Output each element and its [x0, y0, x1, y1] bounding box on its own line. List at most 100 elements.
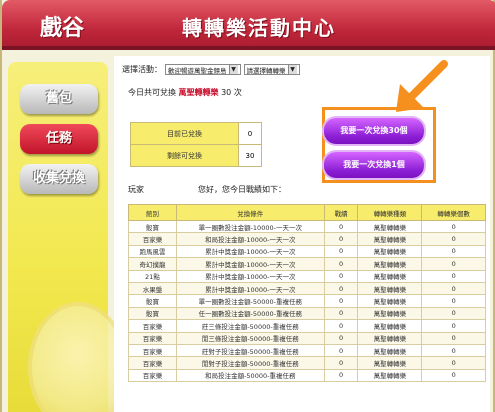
table-cell: 0 — [421, 356, 486, 370]
table-cell: 萬聖轉轉樂 — [357, 244, 423, 259]
table-cell: 0 — [323, 319, 359, 333]
table-cell: 任一圈數投注金額-50000-重複任務 — [175, 306, 325, 321]
table-cell: 0 — [421, 331, 486, 345]
table-cell: 萬聖轉轉樂 — [357, 306, 423, 321]
activity-filter-label: 選擇活動： — [122, 65, 162, 74]
table-cell: 單一圈數投注金額-50000-重複任務 — [175, 294, 325, 308]
table-row: 百家樂 和局投注金額-10000-一天一次 0 萬聖轉轉樂 0 — [128, 232, 486, 246]
mission-table: 館別 兌換條件 戰績 轉轉樂種類 轉轉樂個數 骰寶 單一圈數投注金額-10000-… — [128, 204, 486, 383]
table-cell: 和局投注金額-50000-重複任務 — [175, 368, 325, 383]
table-cell: 百家樂 — [128, 331, 177, 345]
exchange-30-button[interactable]: 我要一次兌換30個 — [324, 118, 424, 144]
player-label: 玩家 — [128, 185, 144, 194]
pointer-arrow-icon — [396, 60, 448, 112]
site-logo[interactable]: 戲谷 — [40, 10, 84, 42]
table-row: 百家樂 閒三條投注金額-50000-重複任務 0 萬聖轉轉樂 0 — [128, 331, 486, 345]
type-select-value: 請選擇轉轉樂 — [246, 66, 286, 75]
table-row: 百家樂 莊三條投注金額-50000-重複任務 0 萬聖轉轉樂 0 — [128, 319, 486, 333]
table-body: 骰寶 單一圈數投注金額-10000-一天一次 0 萬聖轉轉樂 0 百家樂 和局投注金額-10… — [128, 219, 486, 383]
activity-select[interactable]: 歡迎暢遊萬聖金鏢島 ▼ — [165, 64, 241, 75]
page-frame: 戲谷 轉轉樂活動中心 舊包 任務 收集兌換 選擇活動： 歡迎暢遊萬聖金鏢島 ▼ … — [0, 0, 495, 412]
table-cell: 0 — [421, 343, 486, 358]
table-cell: 0 — [323, 368, 359, 383]
table-cell: 0 — [421, 368, 486, 383]
chevron-down-icon: ▼ — [287, 65, 297, 74]
table-cell: 0 — [323, 294, 359, 308]
decorative-capsule — [28, 302, 128, 412]
type-select[interactable]: 請選擇轉轉樂 ▼ — [243, 64, 300, 75]
exchange-1-button[interactable]: 我要一次兌換1個 — [324, 152, 424, 178]
exchange-stats-table: 目前已兌換 0 剩餘可兌換 30 — [130, 122, 262, 167]
table-header-row: 館別 兌換條件 戰績 轉轉樂種類 轉轉樂個數 — [128, 204, 486, 221]
table-cell: 0 — [323, 219, 359, 234]
table-cell: 0 — [323, 306, 359, 321]
table-row: 百家樂 和局投注金額-50000-重複任務 0 萬聖轉轉樂 0 — [128, 368, 486, 383]
table-cell: 萬聖轉轉樂 — [357, 294, 423, 308]
table-cell: 水果盤 — [128, 281, 177, 296]
table-cell: 萬聖轉轉樂 — [357, 219, 423, 234]
table-cell: 0 — [421, 232, 486, 246]
table-row: 跑馬風雲 累計中獎金額-10000-一天一次 0 萬聖轉轉樂 0 — [128, 244, 486, 259]
activity-filter-row: 選擇活動： 歡迎暢遊萬聖金鏢島 ▼ 請選擇轉轉樂 ▼ — [122, 64, 300, 75]
table-cell: 奇幻撲龍 — [128, 257, 177, 271]
table-cell: 0 — [421, 306, 486, 321]
table-cell: 0 — [323, 269, 359, 283]
table-cell: 百家樂 — [128, 232, 177, 246]
table-cell: 0 — [421, 244, 486, 259]
table-cell: 骰寶 — [128, 306, 177, 321]
table-cell: 百家樂 — [128, 319, 177, 333]
column-header: 轉轉樂種類 — [357, 204, 423, 221]
table-cell: 0 — [421, 219, 486, 234]
table-cell: 百家樂 — [128, 368, 177, 383]
table-cell: 0 — [323, 356, 359, 370]
table-cell: 跑馬風雲 — [128, 244, 177, 259]
table-cell: 莊對子投注金額-50000-重複任務 — [175, 343, 325, 358]
table-cell: 單一圈數投注金額-10000-一天一次 — [175, 219, 325, 234]
table-cell: 萬聖轉轉樂 — [357, 331, 423, 345]
table-row: 水果盤 累計中獎金額-10000-一天一次 0 萬聖轉轉樂 0 — [128, 281, 486, 296]
column-header: 兌換條件 — [175, 204, 325, 221]
table-row: 骰寶 任一圈數投注金額-50000-重複任務 0 萬聖轉轉樂 0 — [128, 306, 486, 321]
table-cell: 萬聖轉轉樂 — [357, 269, 423, 283]
table-cell: 0 — [421, 319, 486, 333]
table-cell: 0 — [323, 331, 359, 345]
stats-row: 目前已兌換 0 — [130, 122, 262, 145]
table-row: 骰寶 單一圈數投注金額-10000-一天一次 0 萬聖轉轉樂 0 — [128, 219, 486, 234]
sidebar-item-missions[interactable]: 任務 — [20, 124, 98, 154]
top-banner: 戲谷 轉轉樂活動中心 — [2, 0, 495, 50]
table-cell: 0 — [323, 232, 359, 246]
table-cell: 累計中獎金額-10000-一天一次 — [175, 244, 325, 259]
exchange-prefix: 今日共可兌換 — [128, 88, 176, 97]
table-cell: 萬聖轉轉樂 — [357, 356, 423, 370]
exchange-summary: 今日共可兌換 萬聖轉轉樂 30 次 — [128, 87, 242, 98]
stats-value: 0 — [238, 122, 262, 145]
table-cell: 萬聖轉轉樂 — [357, 257, 423, 271]
player-greeting: 您好，您今日戰績如下： — [198, 185, 286, 194]
table-cell: 0 — [323, 257, 359, 271]
table-cell: 0 — [421, 281, 486, 296]
table-cell: 百家樂 — [128, 343, 177, 358]
sidebar-item-bag[interactable]: 舊包 — [20, 84, 98, 114]
column-header: 戰績 — [323, 204, 359, 221]
table-cell: 0 — [421, 294, 486, 308]
main-content: 選擇活動： 歡迎暢遊萬聖金鏢島 ▼ 請選擇轉轉樂 ▼ 今日共可兌換 萬聖轉轉樂 … — [114, 56, 490, 412]
table-cell: 累計中獎金額-10000-一天一次 — [175, 281, 325, 296]
sidebar: 舊包 任務 收集兌換 — [8, 62, 128, 412]
table-cell: 21點 — [128, 269, 177, 283]
exchange-item: 萬聖轉轉樂 — [178, 88, 219, 97]
table-cell: 0 — [421, 257, 486, 271]
stats-label: 目前已兌換 — [130, 122, 239, 145]
table-row: 骰寶 單一圈數投注金額-50000-重複任務 0 萬聖轉轉樂 0 — [128, 294, 486, 308]
page-title: 轉轉樂活動中心 — [182, 16, 336, 40]
table-cell: 0 — [323, 244, 359, 259]
table-cell: 萬聖轉轉樂 — [357, 368, 423, 383]
table-row: 百家樂 莊對子投注金額-50000-重複任務 0 萬聖轉轉樂 0 — [128, 343, 486, 358]
table-cell: 閒對子投注金額-50000-重複任務 — [175, 356, 325, 370]
table-row: 百家樂 閒對子投注金額-50000-重複任務 0 萬聖轉轉樂 0 — [128, 356, 486, 370]
stats-label: 剩餘可兌換 — [130, 144, 239, 167]
table-cell: 骰寶 — [128, 219, 177, 234]
banner-divider — [2, 46, 495, 50]
table-row: 奇幻撲龍 累計中獎金額-10000-一天一次 0 萬聖轉轉樂 0 — [128, 257, 486, 271]
sidebar-item-collect-exchange[interactable]: 收集兌換 — [20, 164, 98, 194]
table-cell: 0 — [323, 281, 359, 296]
